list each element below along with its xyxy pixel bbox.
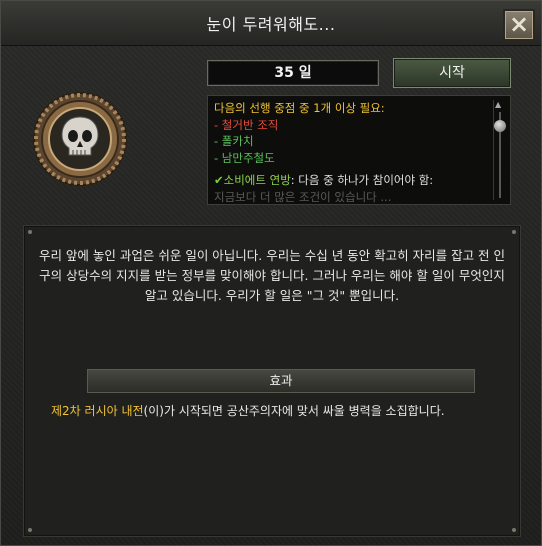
prerequisite-item: - 폴카치 xyxy=(214,134,254,148)
condition-text: : 다음 중 하나가 참이어야 함: xyxy=(290,173,434,187)
condition-cutoff-line: 지금보다 더 많은 조건이 있습니다 ... xyxy=(214,189,392,204)
description-panel: 우리 앞에 놓인 과업은 쉬운 일이 아닙니다. 우리는 수십 년 동안 확고히… xyxy=(23,225,521,537)
focus-days: 35 일 xyxy=(207,60,379,86)
scroll-up-icon[interactable]: ▲ xyxy=(495,100,501,109)
rivet xyxy=(28,230,32,234)
condition-country: 소비에트 연방 xyxy=(223,173,291,187)
effect-highlight: 제2차 러시아 내전 xyxy=(51,404,144,418)
checkmark-icon: ✔ xyxy=(214,173,224,187)
prerequisites-scrollbar[interactable]: ▲ xyxy=(493,100,506,200)
prerequisite-item: - 남만주철도 xyxy=(214,150,275,165)
prerequisite-item: - 철거반 조직 xyxy=(214,117,279,132)
condition-line: ✔소비에트 연방: 다음 중 하나가 참이어야 함: xyxy=(214,172,490,189)
focus-window: 눈이 두려워해도... × 35 일 시작 다음의 선행 중점 중 1개 이상 … xyxy=(0,0,542,546)
prerequisites-panel[interactable]: 다음의 선행 중점 중 1개 이상 필요: - 철거반 조직 - 폴카치 - 남… xyxy=(207,95,511,205)
effect-line: 제2차 러시아 내전(이)가 시작되면 공산주의자에 맞서 싸울 병력을 소집합… xyxy=(51,402,511,419)
prerequisites-header: 다음의 선행 중점 중 1개 이상 필요: xyxy=(214,101,385,115)
rivet xyxy=(28,528,32,532)
scroll-thumb[interactable] xyxy=(494,120,506,132)
window-title: 눈이 두려워해도... xyxy=(206,15,336,34)
start-focus-button[interactable]: 시작 xyxy=(393,58,511,88)
skull-medal-icon xyxy=(33,92,127,186)
close-button[interactable]: × xyxy=(503,9,535,41)
effect-text: (이)가 시작되면 공산주의자에 맞서 싸울 병력을 소집합니다. xyxy=(143,404,445,418)
rivet xyxy=(512,528,516,532)
focus-description: 우리 앞에 놓인 과업은 쉬운 일이 아닙니다. 우리는 수십 년 동안 확고히… xyxy=(38,248,506,303)
title-bar: 눈이 두려워해도... × xyxy=(1,1,541,46)
close-icon: × xyxy=(508,10,530,38)
effects-header: 효과 xyxy=(87,369,475,393)
rivet xyxy=(512,230,516,234)
